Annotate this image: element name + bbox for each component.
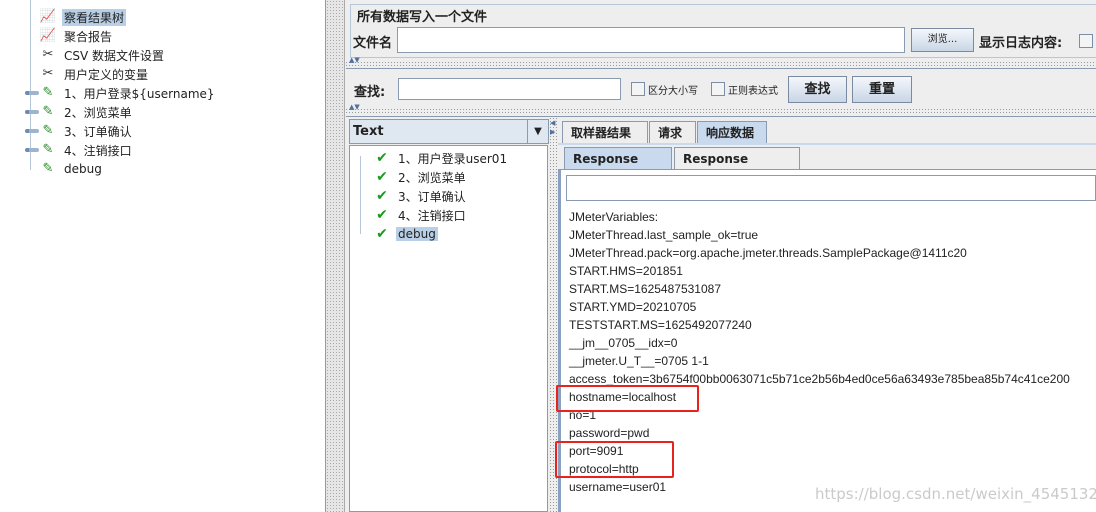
collapse-arrows-icon[interactable]: ▲▼ bbox=[349, 103, 360, 111]
tree-item-label: 3、订单确认 bbox=[64, 124, 132, 139]
split-pane-divider[interactable] bbox=[326, 0, 345, 512]
tree-item-label: 1、用户登录${username} bbox=[64, 86, 215, 101]
tree-item-label: 4、注销接口 bbox=[64, 143, 132, 158]
pipette-icon: ✎ bbox=[42, 123, 54, 138]
expand-toggle-icon[interactable] bbox=[25, 148, 39, 152]
tree-item[interactable]: ✎ 1、用户登录${username} bbox=[38, 84, 217, 102]
result-item[interactable]: ✔ 4、注销接口 bbox=[372, 206, 468, 224]
reset-button[interactable]: 重置 bbox=[852, 76, 912, 103]
tree-item[interactable]: ✂ 用户定义的变量 bbox=[38, 65, 150, 83]
expand-toggle-icon[interactable] bbox=[25, 129, 39, 133]
pipette-icon: ✎ bbox=[42, 104, 54, 119]
chevron-down-icon[interactable]: ▼ bbox=[527, 120, 548, 143]
wrench-icon: ✂ bbox=[42, 47, 54, 62]
filename-label: 文件名 bbox=[353, 36, 393, 51]
result-item[interactable]: ✔ 2、浏览菜单 bbox=[372, 168, 468, 186]
response-filter-input[interactable] bbox=[566, 175, 1096, 201]
tree-item-label: 聚合报告 bbox=[64, 29, 113, 44]
splitter[interactable]: ▲▼ bbox=[345, 56, 1096, 67]
tree-item-label: CSV 数据文件设置 bbox=[64, 48, 165, 63]
tree-item-label: debug bbox=[64, 162, 102, 176]
tree-item-label: 用户定义的变量 bbox=[64, 67, 149, 82]
result-item[interactable]: ✔ 3、订单确认 bbox=[372, 187, 468, 205]
response-line: password=pwd bbox=[569, 426, 650, 440]
subtab[interactable]: Response Body bbox=[564, 147, 672, 188]
response-line: JMeterThread.pack=org.apache.jmeter.thre… bbox=[569, 246, 967, 260]
response-line: START.HMS=201851 bbox=[569, 264, 683, 278]
success-shield-icon: ✔ bbox=[376, 150, 388, 166]
tree-item[interactable]: ✎ 3、订单确认 bbox=[38, 122, 134, 140]
success-shield-icon: ✔ bbox=[376, 207, 388, 223]
result-item[interactable]: ✔ 1、用户登录user01 bbox=[372, 149, 509, 167]
response-line: access_token=3b6754f00bb0063071c5b71ce2b… bbox=[569, 372, 1070, 386]
collapse-arrows-icon[interactable]: ▲▼ bbox=[349, 56, 360, 64]
response-line: START.YMD=20210705 bbox=[569, 300, 697, 314]
filename-input[interactable] bbox=[397, 27, 905, 53]
find-button[interactable]: 查找 bbox=[788, 76, 847, 103]
result-label: 3、订单确认 bbox=[398, 189, 466, 204]
regex-checkbox[interactable] bbox=[711, 82, 725, 96]
wrench-icon: ✂ bbox=[42, 66, 54, 81]
splitter[interactable]: ▲▼ bbox=[345, 103, 1096, 114]
success-shield-icon: ✔ bbox=[376, 188, 388, 204]
highlight-box-hostname bbox=[556, 385, 699, 412]
log-content-checkbox[interactable] bbox=[1079, 34, 1093, 48]
response-line: JMeterThread.last_sample_ok=true bbox=[569, 228, 759, 242]
regex-label: 正则表达式 bbox=[728, 86, 778, 97]
response-line: username=user01 bbox=[569, 480, 667, 494]
expand-toggle-icon[interactable] bbox=[25, 91, 39, 95]
renderer-selected: Text bbox=[353, 124, 384, 139]
tree-item[interactable]: ✎ debug bbox=[38, 160, 104, 178]
response-line: START.MS=1625487531087 bbox=[569, 282, 721, 296]
separator bbox=[346, 116, 1096, 117]
tab[interactable]: 请求 bbox=[649, 121, 696, 143]
result-label: 4、注销接口 bbox=[398, 208, 466, 223]
search-label: 查找: bbox=[354, 85, 386, 100]
browse-button[interactable]: 浏览... bbox=[911, 28, 974, 52]
watermark: https://blog.csdn.net/weixin_45451320 bbox=[815, 485, 1096, 503]
pipette-icon: ✎ bbox=[42, 85, 54, 100]
chart-icon: 📈 bbox=[39, 9, 57, 24]
file-group-title: 所有数据写入一个文件 bbox=[355, 6, 490, 25]
search-input[interactable] bbox=[398, 78, 621, 100]
tree-item[interactable]: 📈 察看结果树 bbox=[38, 8, 127, 26]
tab-underline bbox=[558, 143, 1096, 145]
collapse-arrows-icon[interactable]: ◀ ▶ bbox=[550, 119, 555, 137]
response-line: __jmeter.U_T__=0705 1-1 bbox=[569, 354, 709, 368]
chart-icon: 📈 bbox=[39, 28, 57, 43]
tree-line bbox=[30, 0, 32, 170]
expand-toggle-icon[interactable] bbox=[25, 110, 39, 114]
results-tree[interactable]: ✔ 1、用户登录user01 ✔ 2、浏览菜单 ✔ 3、订单确认 ✔ 4、注销接口 ✔ debug bbox=[349, 145, 548, 512]
case-sensitive-label: 区分大小写 bbox=[648, 86, 698, 97]
tree-item[interactable]: 📈 聚合报告 bbox=[38, 27, 114, 45]
tab[interactable]: 取样器结果 bbox=[562, 121, 648, 143]
tab[interactable]: 响应数据 bbox=[697, 121, 767, 143]
case-sensitive-checkbox[interactable] bbox=[631, 82, 645, 96]
response-line: __jm__0705__idx=0 bbox=[569, 336, 678, 350]
tree-item-label: 察看结果树 bbox=[62, 8, 127, 26]
subtab[interactable]: Response headers bbox=[674, 147, 800, 188]
tree-line bbox=[360, 156, 362, 234]
success-shield-icon: ✔ bbox=[376, 169, 388, 185]
success-shield-icon: ✔ bbox=[376, 226, 388, 242]
separator bbox=[346, 68, 1096, 69]
pipette-icon: ✎ bbox=[42, 161, 54, 176]
tree-item-label: 2、浏览菜单 bbox=[64, 105, 132, 120]
response-line: JMeterVariables: bbox=[569, 210, 659, 224]
highlight-box-port-protocol bbox=[555, 441, 674, 478]
response-line: TESTSTART.MS=1625492077240 bbox=[569, 318, 752, 332]
tree-item[interactable]: ✎ 4、注销接口 bbox=[38, 141, 134, 159]
test-plan-tree[interactable]: 📈 察看结果树 📈 聚合报告 ✂ CSV 数据文件设置 ✂ 用户定义的变量 ✎ 1、用户登录${u… bbox=[0, 0, 326, 512]
tree-item[interactable]: ✂ CSV 数据文件设置 bbox=[38, 46, 166, 64]
log-content-label: 显示日志内容: bbox=[979, 36, 1063, 51]
result-label: debug bbox=[396, 227, 438, 241]
pipette-icon: ✎ bbox=[42, 142, 54, 157]
result-item[interactable]: ✔ debug bbox=[372, 225, 438, 243]
result-label: 1、用户登录user01 bbox=[398, 151, 508, 166]
renderer-select[interactable]: Text ▼ bbox=[349, 119, 549, 144]
tree-item[interactable]: ✎ 2、浏览菜单 bbox=[38, 103, 134, 121]
result-label: 2、浏览菜单 bbox=[398, 170, 466, 185]
